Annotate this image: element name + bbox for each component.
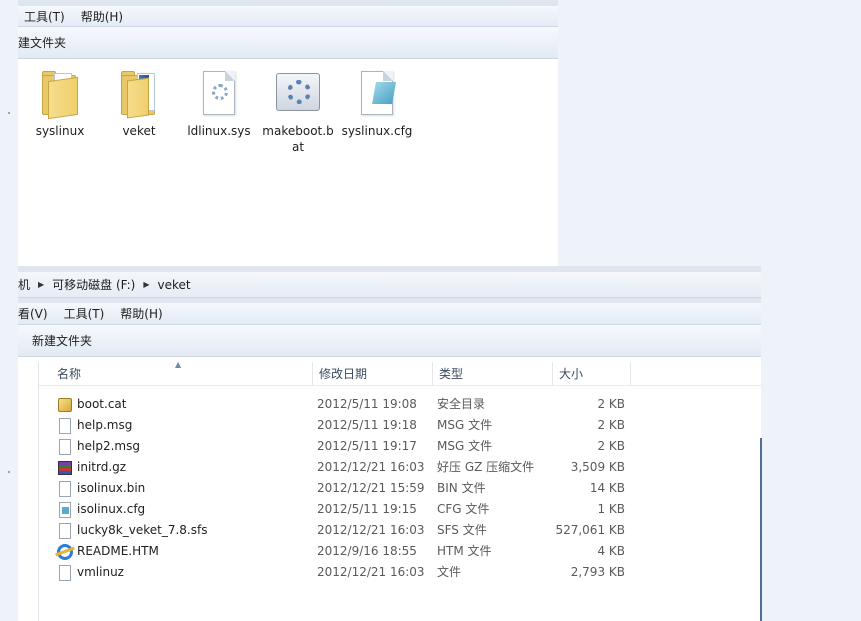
file-date: 2012/12/21 16:03 <box>317 523 425 537</box>
file-date: 2012/12/21 15:59 <box>317 481 425 495</box>
catalog-icon <box>57 397 73 413</box>
file-type: CFG 文件 <box>437 502 490 516</box>
table-row[interactable]: isolinux.cfg 2012/5/11 19:15 CFG 文件 1 KB <box>39 499 761 520</box>
icon-view: syslinux veket ldlinux.sys makeboot.bat … <box>18 59 558 267</box>
ie-html-icon <box>57 543 73 560</box>
file-name: initrd.gz <box>77 460 127 474</box>
file-rows: boot.cat 2012/5/11 19:08 安全目录 2 KB help.… <box>39 394 761 583</box>
file-type: HTM 文件 <box>437 544 492 558</box>
column-header-size[interactable]: 大小 <box>553 362 631 386</box>
file-name: isolinux.bin <box>77 481 146 495</box>
item-label: syslinux.cfg <box>341 124 413 138</box>
new-folder-button[interactable]: 建文件夹 <box>18 34 66 51</box>
top-explorer-window: 工具(T) 帮助(H) 建文件夹 syslinux veket ldlinux.… <box>18 0 558 268</box>
file-size: 2 KB <box>597 439 625 453</box>
file-name: help.msg <box>77 418 133 432</box>
table-row[interactable]: vmlinuz 2012/12/21 16:03 文件 2,793 KB <box>39 562 761 583</box>
table-row[interactable]: help.msg 2012/5/11 19:18 MSG 文件 2 KB <box>39 415 761 436</box>
menu-tools[interactable]: 工具(T) <box>56 305 113 322</box>
file-type: BIN 文件 <box>437 481 486 495</box>
menu-help[interactable]: 帮助(H) <box>112 305 170 322</box>
file-type: 好压 GZ 压缩文件 <box>437 460 535 474</box>
bottom-toolbar: 新建文件夹 <box>18 325 761 357</box>
file-size: 527,061 KB <box>555 523 625 537</box>
table-row[interactable]: help2.msg 2012/5/11 19:17 MSG 文件 2 KB <box>39 436 761 457</box>
file-type: MSG 文件 <box>437 439 493 453</box>
top-toolbar: 建文件夹 <box>18 27 558 59</box>
file-date: 2012/12/21 16:03 <box>317 565 425 579</box>
file-size: 3,509 KB <box>570 460 625 474</box>
column-header-date[interactable]: 修改日期 <box>313 362 433 386</box>
file-icon <box>57 522 73 539</box>
top-menubar: 工具(T) 帮助(H) <box>18 0 558 27</box>
breadcrumb-folder[interactable]: veket <box>158 278 191 292</box>
file-size: 2,793 KB <box>570 565 625 579</box>
folder-item-syslinux[interactable]: syslinux <box>24 69 96 139</box>
breadcrumb-computer[interactable]: 机 <box>18 276 30 293</box>
file-size: 4 KB <box>597 544 625 558</box>
file-size: 2 KB <box>597 418 625 432</box>
table-row[interactable]: boot.cat 2012/5/11 19:08 安全目录 2 KB <box>39 394 761 415</box>
file-date: 2012/5/11 19:08 <box>317 397 417 411</box>
file-date: 2012/12/21 16:03 <box>317 460 425 474</box>
file-date: 2012/9/16 18:55 <box>317 544 417 558</box>
folder-icon <box>36 69 84 120</box>
menu-tools[interactable]: 工具(T) <box>18 8 73 25</box>
file-item-makeboot[interactable]: makeboot.bat <box>262 69 334 155</box>
edge-dot <box>8 471 10 473</box>
config-file-icon <box>353 69 401 119</box>
column-headers: ▲ 名称 修改日期 类型 大小 <box>39 360 761 386</box>
file-icon <box>57 438 73 455</box>
batch-file-icon <box>274 69 322 119</box>
system-file-icon <box>195 69 243 119</box>
file-icon <box>57 564 73 581</box>
chevron-right-icon[interactable]: ▶ <box>38 280 44 289</box>
table-row[interactable]: initrd.gz 2012/12/21 16:03 好压 GZ 压缩文件 3,… <box>39 457 761 478</box>
file-type: 文件 <box>437 565 462 579</box>
bottom-explorer-window: 机 ▶ 可移动磁盘 (F:) ▶ veket 看(V) 工具(T) 帮助(H) … <box>18 266 761 621</box>
file-type: MSG 文件 <box>437 418 493 432</box>
file-type: 安全目录 <box>437 397 486 411</box>
menu-help[interactable]: 帮助(H) <box>73 8 131 25</box>
file-date: 2012/5/11 19:18 <box>317 418 417 432</box>
bottom-menubar: 看(V) 工具(T) 帮助(H) <box>18 298 761 325</box>
address-bar[interactable]: 机 ▶ 可移动磁盘 (F:) ▶ veket <box>18 266 761 298</box>
file-size: 2 KB <box>597 397 625 411</box>
file-name: lucky8k_veket_7.8.sfs <box>77 523 208 537</box>
archive-icon <box>57 460 73 476</box>
table-row[interactable]: README.HTM 2012/9/16 18:55 HTM 文件 4 KB <box>39 541 761 562</box>
file-list: ▲ 名称 修改日期 类型 大小 boot.cat 2012/5/11 19:08… <box>38 360 761 621</box>
item-label: makeboot.bat <box>262 124 334 154</box>
file-size: 1 KB <box>597 502 625 516</box>
menu-view[interactable]: 看(V) <box>18 305 56 322</box>
item-label: syslinux <box>35 124 85 138</box>
file-icon <box>57 480 73 497</box>
file-name: help2.msg <box>77 439 140 453</box>
file-date: 2012/5/11 19:17 <box>317 439 417 453</box>
breadcrumb-drive[interactable]: 可移动磁盘 (F:) <box>52 276 135 293</box>
file-item-ldlinux[interactable]: ldlinux.sys <box>183 69 255 139</box>
new-folder-button[interactable]: 新建文件夹 <box>32 332 92 349</box>
chevron-right-icon[interactable]: ▶ <box>143 280 149 289</box>
file-name: isolinux.cfg <box>77 502 146 516</box>
item-label: ldlinux.sys <box>187 124 251 138</box>
table-row[interactable]: lucky8k_veket_7.8.sfs 2012/12/21 16:03 S… <box>39 520 761 541</box>
column-header-type[interactable]: 类型 <box>433 362 553 386</box>
table-row[interactable]: isolinux.bin 2012/12/21 15:59 BIN 文件 14 … <box>39 478 761 499</box>
folder-item-veket[interactable]: veket <box>103 69 175 139</box>
file-size: 14 KB <box>589 481 625 495</box>
file-icon <box>57 417 73 434</box>
file-name: vmlinuz <box>77 565 124 579</box>
folder-book-icon <box>115 69 163 119</box>
window-border-line <box>760 438 762 621</box>
column-header-name[interactable]: 名称 <box>51 362 313 386</box>
file-item-syslinux-cfg[interactable]: syslinux.cfg <box>341 69 413 139</box>
file-type: SFS 文件 <box>437 523 487 537</box>
file-date: 2012/5/11 19:15 <box>317 502 417 516</box>
file-name: README.HTM <box>77 544 159 558</box>
edge-dot <box>8 112 10 114</box>
config-file-icon <box>57 501 73 518</box>
item-label: veket <box>122 124 156 138</box>
file-name: boot.cat <box>77 397 127 411</box>
